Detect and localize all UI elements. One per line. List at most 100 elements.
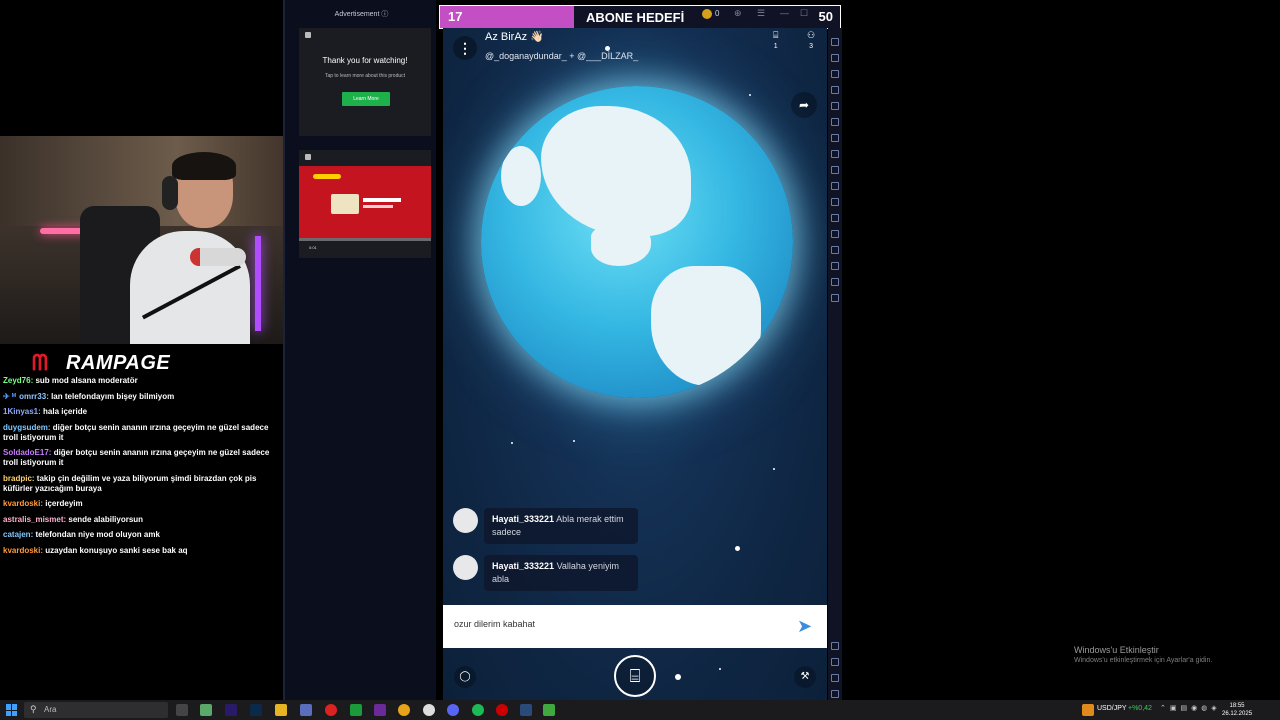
emulator-tool-icon[interactable]: [831, 118, 839, 126]
chat-username[interactable]: astralis_mismet: [3, 515, 63, 524]
task-view-icon[interactable]: [176, 704, 188, 716]
goal-current: 17: [448, 9, 463, 24]
ad-video-card[interactable]: 0:01: [299, 150, 431, 258]
ad-subtitle: Tap to learn more about this product: [324, 73, 406, 79]
learn-more-button[interactable]: Learn More: [342, 92, 390, 106]
more-menu-icon[interactable]: ⋮: [453, 36, 477, 60]
tools-icon[interactable]: ⚒: [794, 666, 816, 688]
window-user-icon[interactable]: ⊕: [734, 8, 742, 19]
opera-gx-icon[interactable]: [496, 704, 508, 716]
share-button[interactable]: ➦: [791, 92, 817, 118]
window-maximize-icon[interactable]: ☐: [800, 8, 808, 19]
emulator-home-icon[interactable]: [831, 674, 839, 682]
room-users: @_doganaydundar_ + @___DİLZAR_: [485, 51, 639, 61]
taskbar-clock[interactable]: 18:55 26.12.2025: [1222, 702, 1252, 718]
windows-start-icon[interactable]: [6, 704, 18, 716]
obs-icon[interactable]: [423, 704, 435, 716]
gift-count-button[interactable]: ⌸ 1: [773, 30, 778, 50]
ad-title: Thank you for watching!: [322, 56, 408, 65]
xbox-icon[interactable]: [350, 704, 362, 716]
message-input[interactable]: ozur dilerim kabahat: [454, 619, 535, 629]
ad-video-frame: [299, 166, 431, 238]
fx-pair: USD/JPY: [1097, 705, 1127, 712]
emulator-tool-icon[interactable]: [831, 262, 839, 270]
avatar: [453, 508, 478, 533]
window-minimize-icon[interactable]: —: [780, 8, 789, 18]
photoshop-icon[interactable]: [250, 704, 262, 716]
chat-username[interactable]: Zeyd76: [3, 376, 31, 385]
chat-username[interactable]: SoldadoE17: [3, 448, 49, 457]
emulator-tool-icon[interactable]: [831, 214, 839, 222]
premiere-icon[interactable]: [225, 704, 237, 716]
taskbar: ⚲ Ara USD/JPY +%0,42 ⌃▣▤◉◍◈ 18:55 26.12.…: [0, 700, 1280, 720]
screen: ᗰ RAMPAGE Zeyd76: sub mod alsana moderat…: [0, 0, 1280, 720]
emulator-tool-icon[interactable]: [831, 150, 839, 158]
chat-text: sende alabiliyorsun: [68, 514, 144, 524]
coin-icon: [702, 9, 712, 19]
notepad-icon[interactable]: [300, 704, 312, 716]
ad-badge-icon: [305, 32, 311, 38]
chat-username[interactable]: catajen: [3, 530, 31, 539]
ad-column: Advertisement ⓘ Thank you for watching! …: [283, 0, 436, 700]
goal-label: ABONE HEDEFİ: [586, 10, 685, 25]
taskbar-search[interactable]: ⚲ Ara: [24, 702, 168, 718]
opera-icon[interactable]: [325, 704, 337, 716]
window-settings-icon[interactable]: ☰: [757, 8, 765, 19]
emulator-tool-icon[interactable]: [831, 182, 839, 190]
app-icon[interactable]: [374, 704, 386, 716]
chat-message: SoldadoE17: diğer botçu senin ananın ırz…: [3, 448, 270, 467]
emulator-tool-icon[interactable]: [831, 102, 839, 110]
emulator-tool-icon[interactable]: [831, 294, 839, 302]
gift-icon: ⌸: [773, 30, 779, 40]
emulator-tool-icon[interactable]: [831, 246, 839, 254]
activate-windows-title: Windows'u Etkinleştir: [1074, 645, 1159, 655]
voice-room-app: ⋮ Az BirAz 👋🏻 @_doganaydundar_ + @___DİL…: [443, 28, 827, 700]
emulator-tool-icon[interactable]: [831, 70, 839, 78]
subscriber-goal-bar: 17 ABONE HEDEFİ 0 ⊕ ☰ — ☐ 50: [439, 5, 841, 29]
chat-username[interactable]: bradpic: [3, 474, 32, 483]
chat-text: lan telefondayım bişey bilmiyom: [51, 391, 175, 401]
ad-progress-bar: [299, 238, 431, 241]
chat-username[interactable]: 1Kinyas1: [3, 407, 38, 416]
bluestacks-icon[interactable]: [543, 704, 555, 716]
spotify-icon[interactable]: [472, 704, 484, 716]
app-icon[interactable]: [200, 704, 212, 716]
file-explorer-icon[interactable]: [275, 704, 287, 716]
emulator-tool-icon[interactable]: [831, 134, 839, 142]
chat-text: telefondan niye mod oluyon amk: [35, 530, 160, 539]
coin-count: 0: [715, 9, 720, 18]
system-tray-icons[interactable]: ⌃▣▤◉◍◈: [1160, 704, 1221, 712]
chat-username[interactable]: kvardoski: [3, 499, 40, 508]
ad-card[interactable]: Thank you for watching! Tap to learn mor…: [299, 28, 431, 136]
emulator-tool-icon[interactable]: [831, 38, 839, 46]
send-icon[interactable]: ➤: [797, 616, 819, 636]
avatar: [453, 555, 478, 580]
emulator-tool-icon[interactable]: [831, 54, 839, 62]
emulator-settings-icon[interactable]: [831, 642, 839, 650]
bottom-toolbar: ◯ ⌸ ⚒: [443, 648, 827, 700]
emulator-recent-icon[interactable]: [831, 690, 839, 698]
user-count-button[interactable]: ⚇ 3: [807, 30, 815, 50]
emulator-tool-icon[interactable]: [831, 198, 839, 206]
emulator-tool-icon[interactable]: [831, 278, 839, 286]
goal-target: 50: [818, 9, 833, 24]
emulator-tool-icon[interactable]: [831, 166, 839, 174]
emulator-tool-icon[interactable]: [831, 86, 839, 94]
ad-video-time: 0:01: [309, 245, 317, 250]
send-gift-button[interactable]: ⌸: [614, 655, 656, 697]
chat-message: 1Kinyas1: hala içeride: [3, 407, 88, 416]
chat-message: kvardoski: içerdeyim: [3, 499, 83, 508]
chat-username[interactable]: kvardoski: [3, 546, 40, 555]
discord-icon[interactable]: [447, 704, 459, 716]
message-input-bar[interactable]: ozur dilerim kabahat ➤: [443, 605, 827, 648]
chat-message: kvardoski: uzaydan konuşuyo sanki sese b…: [3, 545, 188, 555]
badge-icon: ✈ ᴹ: [3, 391, 17, 401]
chat-username[interactable]: omrr33: [19, 392, 46, 401]
chrome-icon[interactable]: [398, 704, 410, 716]
chat-bubble-icon[interactable]: ◯: [454, 666, 476, 688]
chat-username[interactable]: duygsudem: [3, 423, 48, 432]
steam-icon[interactable]: [520, 704, 532, 716]
emulator-tool-icon[interactable]: [831, 230, 839, 238]
emulator-back-icon[interactable]: [831, 658, 839, 666]
chat-message: Zeyd76: sub mod alsana moderatör: [3, 376, 138, 385]
